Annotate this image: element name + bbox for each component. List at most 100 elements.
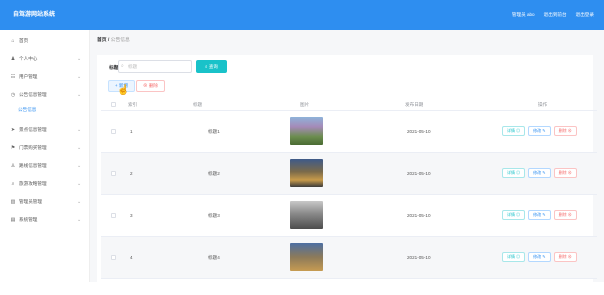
delete-button[interactable]: 删除 ⊗: [553, 252, 577, 262]
view-button[interactable]: 详情 ◎: [502, 168, 526, 178]
th-date: 发布日期: [405, 102, 424, 107]
select-all-checkbox[interactable]: [111, 102, 116, 107]
admin-name: 管理员 abo: [511, 12, 535, 17]
sidebar-item-1[interactable]: ♟ 个人中心 ⌄: [0, 50, 90, 68]
row-checkbox[interactable]: [111, 129, 116, 134]
row-actions: 详情 ◎ 修改 ✎ 删除 ⊗: [502, 252, 577, 262]
th-image: 图片: [300, 102, 310, 107]
sidebar-item-label: 个人中心: [19, 56, 38, 61]
chevron-down-icon: ⌄: [77, 217, 82, 223]
sidebar-item-label: 路线信息管理: [19, 163, 47, 168]
chevron-down-icon: ⌄: [77, 199, 82, 205]
row-index: 2: [130, 171, 133, 176]
delete-button[interactable]: 删除 ⊗: [553, 168, 577, 178]
sidebar-item-8[interactable]: ▥ 管理员管理 ⌄: [0, 193, 90, 211]
user-icon: ♟: [10, 56, 16, 62]
breadcrumb-current: 公告信息: [110, 38, 130, 43]
row-actions: 详情 ◎ 修改 ✎ 删除 ⊗: [502, 126, 577, 136]
system-icon: ▤: [10, 217, 16, 223]
query-button[interactable]: ⌕ 查询: [196, 60, 227, 73]
row-checkbox[interactable]: [111, 255, 116, 260]
sidebar-item-label: 用户管理: [19, 74, 38, 79]
flag-icon: ⚑: [10, 145, 16, 151]
front-link[interactable]: 退出到前台: [544, 12, 567, 18]
edit-button[interactable]: 修改 ✎: [528, 252, 551, 262]
th-index: 索引: [128, 102, 138, 107]
sidebar-item-label: 旅游攻略管理: [19, 181, 47, 186]
th-ops: 操作: [538, 102, 548, 107]
search-input[interactable]: ⌕ 标题: [118, 60, 192, 73]
th-title: 标题: [193, 102, 203, 107]
batch-delete-button[interactable]: ⊗ 删除: [136, 80, 165, 92]
sidebar-item-6[interactable]: ♙ 路线信息管理 ⌄: [0, 157, 90, 175]
row-thumbnail-image: [290, 117, 323, 145]
chevron-down-icon: ⌄: [77, 145, 82, 151]
sidebar-item-label: 管理员管理: [19, 199, 42, 204]
row-index: 1: [130, 129, 133, 134]
delete-button[interactable]: 删除 ⊗: [553, 126, 577, 136]
table-row: 2 标题2 2021-05-10 详情 ◎ 修改 ✎ 删除 ⊗: [101, 153, 597, 195]
row-checkbox[interactable]: [111, 171, 116, 176]
edit-button[interactable]: 修改 ✎: [528, 126, 551, 136]
edit-button[interactable]: 修改 ✎: [528, 168, 551, 178]
sidebar-item-2[interactable]: ☷ 用户管理 ⌄: [0, 68, 90, 86]
edit-button[interactable]: 修改 ✎: [528, 210, 551, 220]
search-icon: ⌕: [121, 63, 124, 69]
row-date: 2021-05-10: [407, 171, 431, 176]
view-button[interactable]: 详情 ◎: [502, 210, 526, 220]
view-button[interactable]: 详情 ◎: [502, 126, 526, 136]
row-thumbnail-image: [290, 243, 323, 271]
sidebar-item-7[interactable]: ⌕ 旅游攻略管理 ⌄: [0, 175, 90, 193]
sidebar-item-9[interactable]: ▤ 系统管理 ⌄: [0, 211, 90, 229]
row-title: 标题3: [208, 213, 220, 218]
sidebar-subitem-notice[interactable]: 公告信息: [18, 106, 36, 114]
mouse-cursor-icon: ☝: [117, 85, 130, 96]
sidebar-item-4[interactable]: ➤ 景点信息管理 ⌄: [0, 121, 90, 139]
chevron-down-icon: ⌄: [77, 127, 82, 133]
row-date: 2021-05-10: [407, 213, 431, 218]
row-actions: 详情 ◎ 修改 ✎ 删除 ⊗: [502, 168, 577, 178]
row-index: 4: [130, 255, 133, 260]
table-row: 4 标题4 2021-05-10 详情 ◎ 修改 ✎ 删除 ⊗: [101, 237, 597, 279]
search-placeholder: 标题: [128, 64, 138, 69]
main-content: 首页 / 公告信息 标题 ⌕ 标题 ⌕ 查询 + 新增 ⊗ 删除 ☝ 索引 标题…: [90, 30, 604, 295]
breadcrumb-home[interactable]: 首页: [97, 38, 107, 43]
row-thumbnail-image: [290, 201, 323, 229]
users-icon: ☷: [10, 74, 16, 80]
row-date: 2021-05-10: [407, 129, 431, 134]
sidebar-item-5[interactable]: ⚑ 门票购买管理 ⌄: [0, 139, 90, 157]
delete-label: 删除: [148, 83, 159, 88]
search-icon: ⌕: [11, 181, 15, 187]
sidebar-item-3[interactable]: ◷ 公告信息管理 ⌄: [0, 86, 90, 104]
row-title: 标题1: [208, 129, 220, 134]
row-thumbnail-image: [290, 159, 323, 187]
person-icon: ♙: [10, 163, 16, 169]
breadcrumb: 首页 / 公告信息: [97, 38, 130, 44]
app-logo-title: 自驾游网站系统: [13, 12, 56, 18]
chevron-down-icon: ⌄: [77, 181, 82, 187]
content-card: 标题 ⌕ 标题 ⌕ 查询 + 新增 ⊗ 删除 ☝ 索引 标题 图片 发布日期 操…: [97, 55, 597, 295]
logout-link[interactable]: 退出登录: [576, 12, 594, 18]
send-icon: ➤: [10, 127, 16, 133]
sidebar-item-label: 门票购买管理: [19, 145, 47, 150]
row-checkbox[interactable]: [111, 213, 116, 218]
table-row: 3 标题3 2021-05-10 详情 ◎ 修改 ✎ 删除 ⊗: [101, 195, 597, 237]
row-title: 标题2: [208, 171, 220, 176]
delete-button[interactable]: 删除 ⊗: [553, 210, 577, 220]
breadcrumb-sep: /: [107, 38, 110, 43]
view-button[interactable]: 详情 ◎: [502, 252, 526, 262]
clock-icon: ◷: [10, 92, 16, 98]
sidebar: ⌂ 首页 ♟ 个人中心 ⌄ ☷ 用户管理 ⌄ ◷ 公告信息管理 ⌄ ➤ 景点信息管理 ⌄ ⚑ 门票购买管理 ⌄ ♙…: [0, 30, 90, 282]
sidebar-item-0[interactable]: ⌂ 首页: [0, 32, 90, 50]
query-label: 查询: [208, 64, 219, 69]
row-title: 标题4: [208, 255, 220, 260]
sidebar-item-label: 公告信息管理: [19, 92, 47, 97]
top-header: 自驾游网站系统 管理员 abo 退出到前台 退出登录: [0, 0, 604, 30]
row-index: 3: [130, 213, 133, 218]
sidebar-item-label: 景点信息管理: [19, 127, 47, 132]
chart-icon: ▥: [10, 199, 16, 205]
table-row: 1 标题1 2021-05-10 详情 ◎ 修改 ✎ 删除 ⊗: [101, 111, 597, 153]
chevron-down-icon: ⌄: [77, 56, 82, 62]
sidebar-item-label: 系统管理: [19, 217, 38, 222]
sidebar-item-label: 首页: [19, 38, 29, 43]
